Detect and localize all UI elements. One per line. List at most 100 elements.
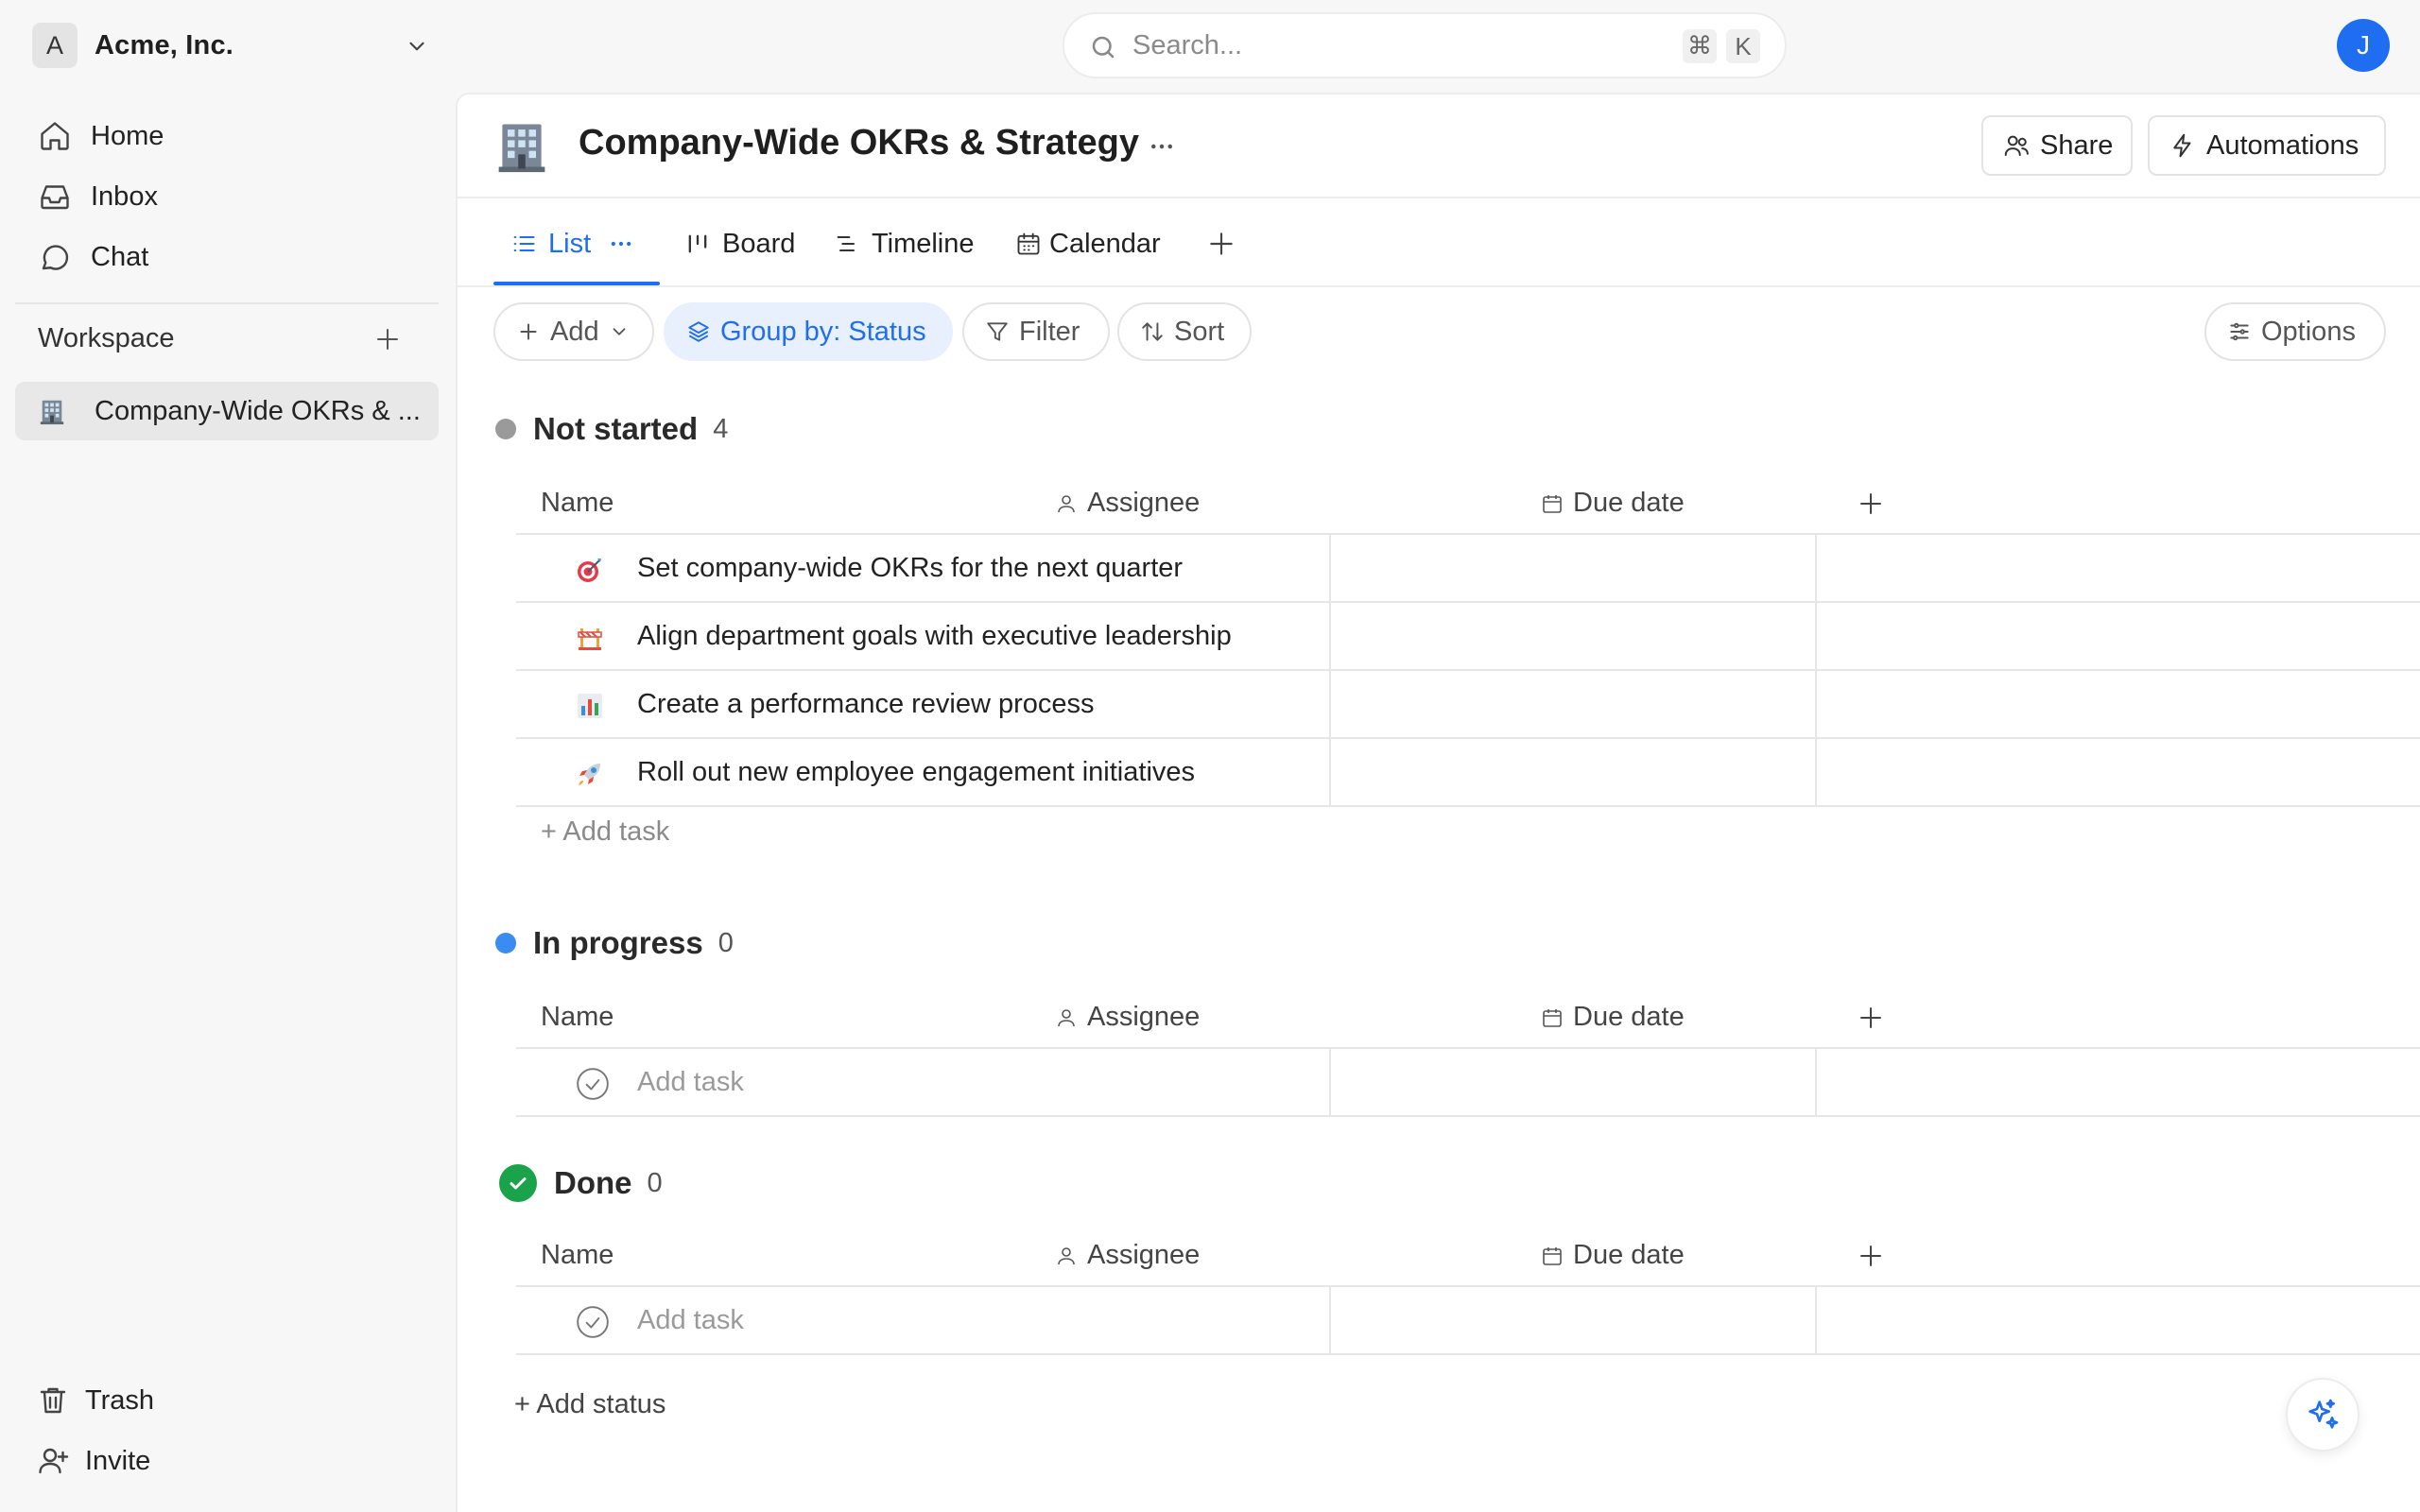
add-column-icon[interactable] [1857, 1242, 1885, 1270]
sliders-icon [2227, 319, 2252, 344]
sidebar-item-label: Inbox [91, 180, 158, 212]
task-table: Name Assignee Due date Add task [516, 983, 2420, 1117]
table-row[interactable]: Create a performance review process [516, 671, 2420, 739]
group-name: In progress [533, 925, 703, 960]
group-header[interactable]: Done 0 [499, 1162, 663, 1204]
group-header[interactable]: In progress 0 [495, 922, 734, 964]
sidebar-item-label: Invite [85, 1445, 151, 1476]
home-icon [38, 119, 72, 153]
add-task-placeholder: Add task [637, 1067, 744, 1097]
trash-icon [36, 1383, 70, 1418]
board-icon [684, 231, 711, 257]
sidebar-divider [15, 302, 439, 304]
workspace-item-label: Company-Wide OKRs & ... [95, 395, 421, 426]
person-icon [1055, 1006, 1078, 1029]
timeline-icon [834, 231, 860, 257]
ai-assistant-button[interactable] [2286, 1378, 2360, 1452]
view-tabs: List Board Timeline Calendar [458, 200, 2420, 287]
tab-more-icon[interactable] [608, 231, 634, 257]
workspace-item-okrs[interactable]: Company-Wide OKRs & ... [15, 382, 439, 440]
list-toolbar: Add Group by: Status Filter Sort Options [458, 302, 2420, 361]
add-workspace-item-icon[interactable] [373, 325, 402, 353]
automations-button[interactable]: Automations [2148, 115, 2386, 176]
add-task-placeholder: Add task [637, 1305, 744, 1335]
list-icon [510, 231, 537, 257]
target-icon [575, 555, 605, 585]
top-bar: A Acme, Inc. ⌘ K J [0, 0, 2420, 93]
sparkles-icon [2304, 1396, 2342, 1434]
search-bar[interactable]: ⌘ K [1063, 12, 1787, 78]
task-title: Set company-wide OKRs for the next quart… [637, 553, 1184, 583]
status-dot [495, 933, 516, 954]
sidebar-item-inbox[interactable]: Inbox [17, 170, 439, 223]
table-row[interactable]: Roll out new employee engagement initiat… [516, 739, 2420, 807]
chevron-down-icon [609, 321, 630, 342]
sidebar-item-label: Chat [91, 241, 149, 272]
sidebar-item-invite[interactable]: Invite [17, 1435, 439, 1487]
sidebar-item-home[interactable]: Home [17, 110, 439, 163]
add-column-icon[interactable] [1857, 490, 1885, 518]
org-switcher[interactable]: A Acme, Inc. [32, 23, 429, 68]
person-icon [1055, 1245, 1078, 1267]
search-input[interactable] [1132, 24, 1586, 67]
filter-button[interactable]: Filter [962, 302, 1110, 361]
group-count: 0 [717, 927, 734, 958]
sort-button[interactable]: Sort [1117, 302, 1252, 361]
sidebar-item-label: Home [91, 120, 164, 151]
tab-calendar[interactable]: Calendar [1015, 200, 1161, 287]
column-due-date[interactable]: Due date [1541, 1240, 1685, 1271]
page-header: Company-Wide OKRs & Strategy Share Autom… [458, 94, 2420, 198]
options-button[interactable]: Options [2204, 302, 2386, 361]
calendar-icon [1541, 1245, 1564, 1267]
more-options-icon[interactable] [1146, 132, 1178, 161]
table-header: Name Assignee Due date [516, 469, 2420, 535]
group-name: Done [554, 1165, 632, 1200]
tab-board[interactable]: Board [684, 200, 795, 287]
add-status-link[interactable]: + Add status [514, 1389, 666, 1420]
column-name[interactable]: Name [541, 1240, 614, 1271]
sort-icon [1140, 319, 1165, 344]
layers-icon [686, 319, 711, 344]
column-name[interactable]: Name [541, 1002, 614, 1033]
construction-icon [575, 623, 605, 653]
org-name: Acme, Inc. [95, 29, 234, 60]
status-dot [495, 419, 516, 439]
chat-icon [38, 240, 72, 274]
add-task-row[interactable]: Add task [516, 1287, 2420, 1355]
inbox-icon [38, 180, 72, 214]
column-due-date[interactable]: Due date [1541, 488, 1685, 519]
group-by-status-button[interactable]: Group by: Status [664, 302, 953, 361]
office-building-icon [493, 117, 550, 174]
share-button[interactable]: Share [1981, 115, 2133, 176]
task-title: Align department goals with executive le… [637, 621, 1232, 651]
tab-timeline[interactable]: Timeline [834, 200, 975, 287]
add-button[interactable]: Add [493, 302, 654, 361]
tab-list[interactable]: List [510, 200, 634, 287]
sidebar-item-chat[interactable]: Chat [17, 231, 439, 284]
calendar-icon [1015, 231, 1042, 257]
add-column-icon[interactable] [1857, 1004, 1885, 1032]
calendar-icon [1541, 1006, 1564, 1029]
workspace-title: Workspace [38, 323, 175, 353]
org-avatar: A [32, 23, 78, 68]
plus-icon [516, 319, 541, 344]
sidebar-item-trash[interactable]: Trash [17, 1374, 439, 1427]
column-name[interactable]: Name [541, 488, 614, 519]
table-row[interactable]: Set company-wide OKRs for the next quart… [516, 535, 2420, 603]
task-table: Name Assignee Due date Add task [516, 1221, 2420, 1355]
table-row[interactable]: Align department goals with executive le… [516, 603, 2420, 671]
check-icon [499, 1164, 537, 1202]
office-building-icon [38, 397, 66, 425]
group-count: 4 [713, 413, 729, 444]
user-avatar[interactable]: J [2337, 19, 2390, 72]
add-task-row[interactable]: Add task [516, 1049, 2420, 1117]
column-assignee[interactable]: Assignee [1055, 1002, 1200, 1033]
calendar-icon [1541, 492, 1564, 515]
column-due-date[interactable]: Due date [1541, 1002, 1685, 1033]
column-assignee[interactable]: Assignee [1055, 488, 1200, 519]
main-panel: Company-Wide OKRs & Strategy Share Autom… [456, 93, 2420, 1512]
group-header[interactable]: Not started 4 [495, 408, 728, 450]
add-view-icon[interactable] [1206, 229, 1236, 259]
column-assignee[interactable]: Assignee [1055, 1240, 1200, 1271]
add-task-link[interactable]: + Add task [541, 816, 669, 848]
